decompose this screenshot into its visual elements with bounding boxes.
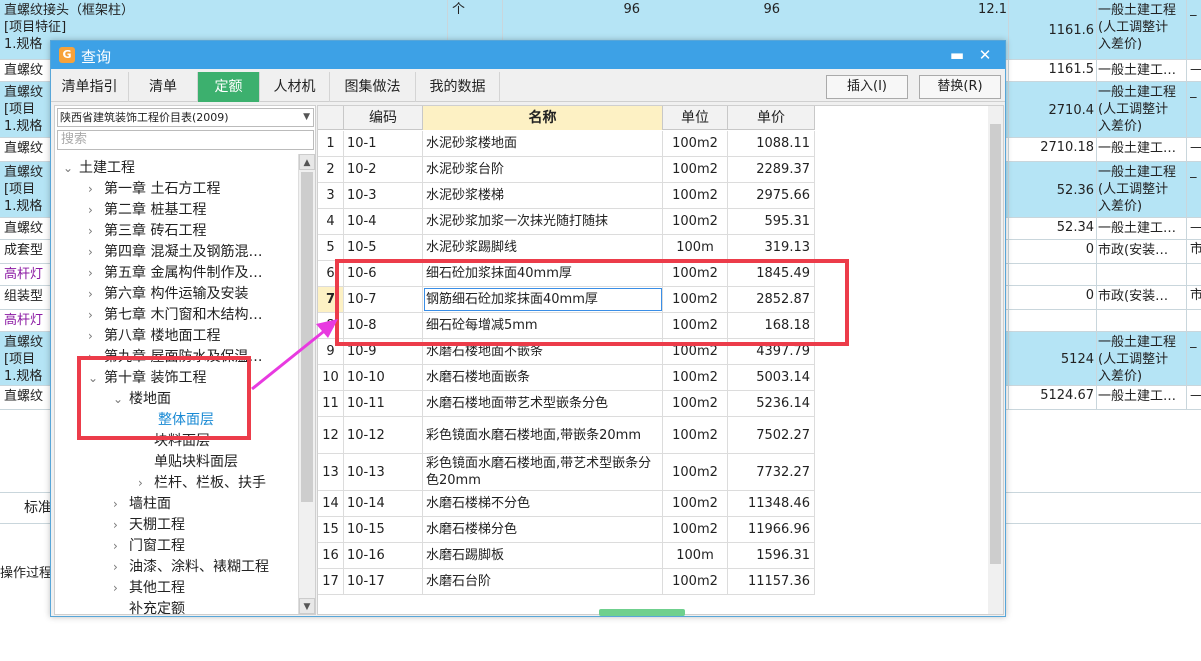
annotation-arrow [251, 319, 338, 391]
arrow-line [251, 326, 329, 391]
